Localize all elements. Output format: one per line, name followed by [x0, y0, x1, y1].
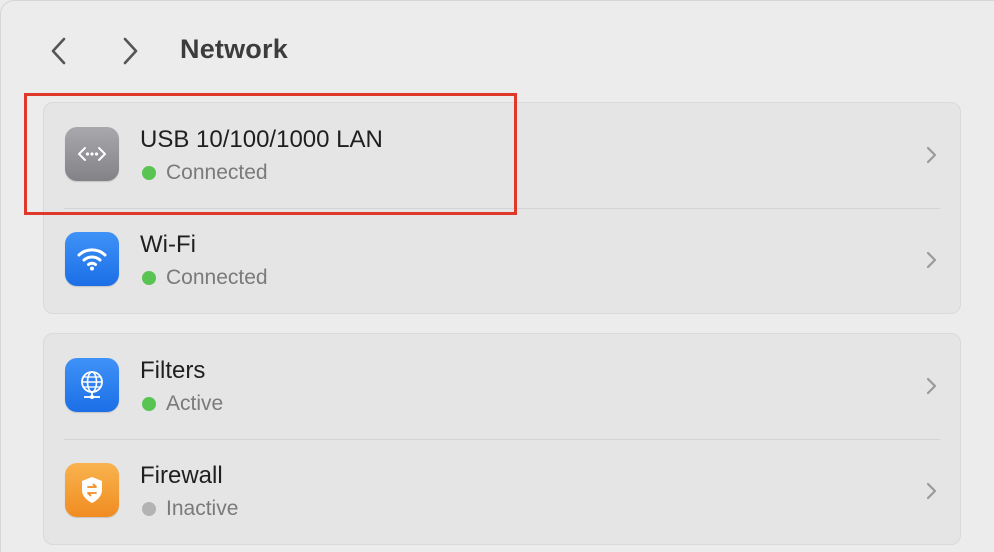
- row-status: Inactive: [142, 497, 238, 521]
- network-settings-window: Network USB 10/100/1000 LAN Connected Wi…: [0, 0, 994, 552]
- wifi-icon: [65, 232, 119, 286]
- network-row-usb-lan[interactable]: USB 10/100/1000 LAN Connected: [44, 103, 960, 208]
- toolbar: Network: [1, 1, 994, 101]
- status-text: Connected: [166, 266, 268, 289]
- chevron-left-icon: [51, 37, 66, 65]
- connections-group: USB 10/100/1000 LAN Connected Wi-Fi Conn…: [43, 102, 961, 314]
- chevron-right-icon: [123, 37, 138, 65]
- status-dot: [142, 271, 156, 285]
- network-row-filters[interactable]: Filters Active: [44, 334, 960, 439]
- status-text: Active: [166, 392, 224, 415]
- security-group: Filters Active Firewall Inactive: [43, 333, 961, 545]
- status-text: Inactive: [166, 497, 239, 520]
- ethernet-icon: [65, 127, 119, 181]
- chevron-right-icon: [926, 146, 937, 164]
- forward-button[interactable]: [115, 31, 145, 71]
- globe-filter-icon: [65, 358, 119, 412]
- status-dot: [142, 502, 156, 516]
- chevron-right-icon: [926, 377, 937, 395]
- chevron-right-icon: [926, 251, 937, 269]
- page-title: Network: [180, 34, 288, 64]
- row-status: Active: [142, 392, 223, 416]
- status-dot: [142, 166, 156, 180]
- status-dot: [142, 397, 156, 411]
- shield-icon: [65, 463, 119, 517]
- row-title: Firewall: [140, 462, 223, 489]
- row-title: Wi-Fi: [140, 231, 196, 258]
- back-button[interactable]: [44, 31, 74, 71]
- row-status: Connected: [142, 266, 268, 290]
- row-title: USB 10/100/1000 LAN: [140, 126, 383, 153]
- network-row-wifi[interactable]: Wi-Fi Connected: [44, 208, 960, 313]
- row-title: Filters: [140, 357, 206, 384]
- status-text: Connected: [166, 161, 268, 184]
- row-status: Connected: [142, 161, 268, 185]
- chevron-right-icon: [926, 482, 937, 500]
- network-row-firewall[interactable]: Firewall Inactive: [44, 439, 960, 544]
